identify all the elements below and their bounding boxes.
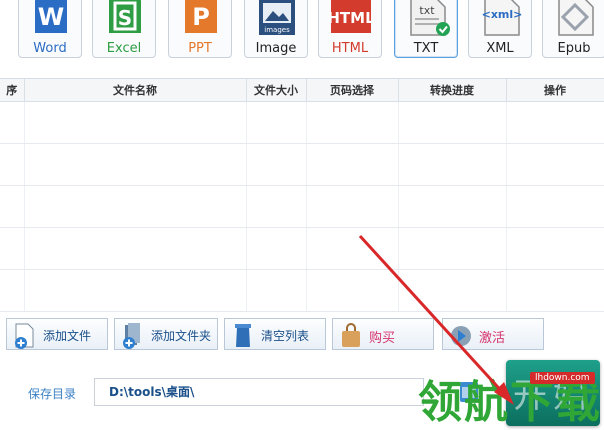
html-icon: HTML: [327, 0, 375, 33]
add-folder-icon: [123, 323, 140, 349]
clear-list-button[interactable]: 清空列表: [224, 318, 326, 350]
format-button-word[interactable]: W Word: [18, 0, 82, 58]
format-button-excel[interactable]: S Excel: [92, 0, 156, 58]
table-row: [0, 101, 604, 144]
activate-icon: [451, 326, 471, 346]
table-row: [0, 185, 604, 228]
format-label: TXT: [413, 41, 439, 56]
excel-icon: S: [109, 0, 141, 33]
svg-text:S: S: [118, 6, 132, 30]
activate-button[interactable]: 激活: [442, 318, 544, 350]
add-file-button[interactable]: 添加文件: [6, 318, 108, 350]
epub-icon: [558, 0, 594, 36]
shopping-bag-icon: [342, 323, 360, 347]
column-header-page-range: 页码选择: [306, 79, 399, 102]
format-button-ppt[interactable]: P PPT: [168, 0, 232, 58]
svg-text:txt: txt: [419, 4, 435, 17]
format-button-html[interactable]: HTML HTML: [318, 0, 382, 58]
format-label: Excel: [106, 41, 142, 56]
format-label: Word: [33, 41, 67, 56]
column-header-index: 序: [0, 79, 25, 102]
xml-icon: <xml>: [482, 0, 523, 36]
add-folder-label: 添加文件夹: [151, 329, 212, 343]
ppt-icon: P: [185, 0, 217, 33]
svg-text:HTML: HTML: [327, 9, 375, 27]
table-row: [0, 269, 604, 312]
format-button-xml[interactable]: <xml> XML: [468, 0, 532, 58]
word-icon: W: [35, 0, 67, 33]
table-row: [0, 227, 604, 270]
format-label: XML: [486, 41, 514, 56]
save-directory-input[interactable]: D:\tools\桌面\: [94, 378, 424, 406]
activate-label: 激活: [479, 331, 506, 346]
buy-label: 购买: [369, 331, 396, 346]
add-file-label: 添加文件: [43, 329, 92, 343]
clear-list-icon: [235, 324, 251, 347]
svg-text:images: images: [264, 26, 290, 34]
watermark-url: lhdown.com: [530, 372, 595, 384]
check-icon: [436, 22, 450, 36]
format-button-epub[interactable]: Epub: [542, 0, 604, 58]
svg-text:<xml>: <xml>: [482, 8, 523, 21]
buy-button[interactable]: 购买: [332, 318, 434, 350]
column-header-filesize: 文件大小: [246, 79, 307, 102]
table-header-row: 序 文件名称 文件大小 页码选择 转换进度 操作: [0, 79, 604, 102]
add-folder-button[interactable]: 添加文件夹: [114, 318, 218, 350]
format-label: HTML: [331, 41, 369, 56]
svg-text:P: P: [192, 3, 210, 31]
column-header-progress: 转换进度: [398, 79, 507, 102]
file-table: 序 文件名称 文件大小 页码选择 转换进度 操作: [0, 78, 604, 312]
add-file-icon: [15, 323, 34, 349]
format-label: Epub: [557, 41, 591, 56]
image-icon: images: [259, 0, 295, 35]
format-button-image[interactable]: images Image: [244, 0, 308, 58]
format-toolbar: W Word S Excel P PPT images Image HTML H…: [0, 0, 604, 66]
column-header-filename: 文件名称: [24, 79, 247, 102]
format-label: Image: [255, 41, 297, 56]
clear-list-label: 清空列表: [261, 329, 310, 343]
format-label: PPT: [188, 41, 212, 56]
save-directory-label: 保存目录: [28, 387, 77, 401]
column-header-actions: 操作: [506, 79, 604, 102]
format-button-txt[interactable]: txt TXT: [394, 0, 458, 58]
svg-text:W: W: [38, 3, 64, 31]
table-row: [0, 143, 604, 186]
txt-icon: txt: [410, 0, 450, 36]
